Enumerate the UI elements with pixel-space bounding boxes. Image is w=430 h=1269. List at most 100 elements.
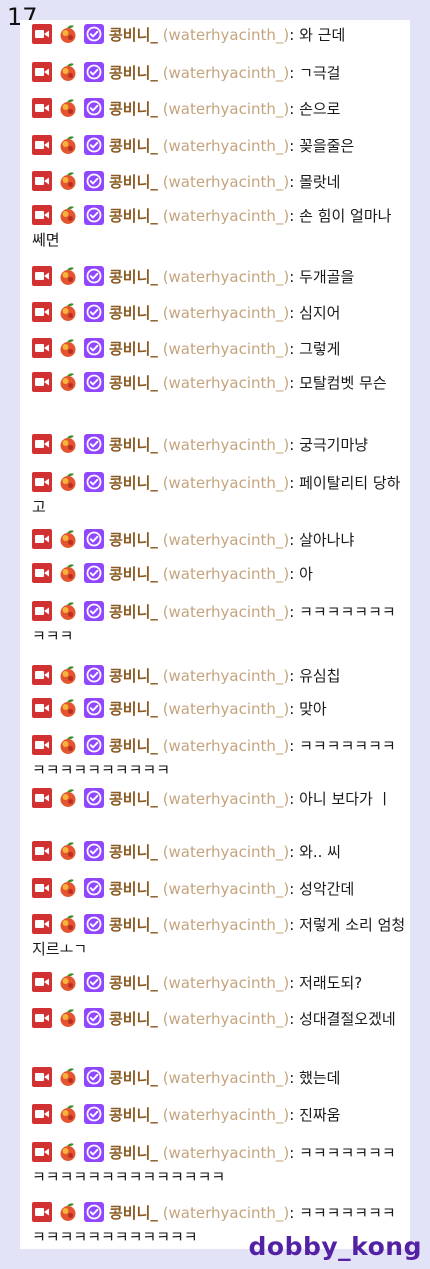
camera-badge-icon[interactable] [32,878,52,898]
camera-badge-icon[interactable] [32,62,52,82]
chat-login-name[interactable]: (waterhyacinth_) [163,916,290,934]
chat-display-name[interactable]: 콩비니_ [109,207,158,225]
camera-badge-icon[interactable] [32,205,52,225]
chat-login-name[interactable]: (waterhyacinth_) [163,1106,290,1124]
camera-badge-icon[interactable] [32,601,52,621]
chat-display-name[interactable]: 콩비니_ [109,304,158,322]
chat-display-name[interactable]: 콩비니_ [109,880,158,898]
chat-login-name[interactable]: (waterhyacinth_) [163,64,290,82]
chat-login-name[interactable]: (waterhyacinth_) [163,603,290,621]
verified-badge-icon[interactable] [84,735,104,755]
verified-badge-icon[interactable] [84,171,104,191]
verified-badge-icon[interactable] [84,972,104,992]
chat-display-name[interactable]: 콩비니_ [109,700,158,718]
chat-login-name[interactable]: (waterhyacinth_) [163,974,290,992]
camera-badge-icon[interactable] [32,1008,52,1028]
chat-display-name[interactable]: 콩비니_ [109,790,158,808]
chat-display-name[interactable]: 콩비니_ [109,268,158,286]
fruit-badge-icon[interactable] [58,735,78,755]
camera-badge-icon[interactable] [32,98,52,118]
chat-login-name[interactable]: (waterhyacinth_) [163,207,290,225]
verified-badge-icon[interactable] [84,338,104,358]
chat-login-name[interactable]: (waterhyacinth_) [163,843,290,861]
camera-badge-icon[interactable] [32,171,52,191]
fruit-badge-icon[interactable] [58,1067,78,1087]
verified-badge-icon[interactable] [84,472,104,492]
verified-badge-icon[interactable] [84,1104,104,1124]
chat-display-name[interactable]: 콩비니_ [109,667,158,685]
camera-badge-icon[interactable] [32,1202,52,1222]
verified-badge-icon[interactable] [84,62,104,82]
chat-login-name[interactable]: (waterhyacinth_) [163,137,290,155]
chat-display-name[interactable]: 콩비니_ [109,1069,158,1087]
fruit-badge-icon[interactable] [58,24,78,44]
fruit-badge-icon[interactable] [58,171,78,191]
chat-display-name[interactable]: 콩비니_ [109,565,158,583]
chat-login-name[interactable]: (waterhyacinth_) [163,173,290,191]
chat-display-name[interactable]: 콩비니_ [109,26,158,44]
chat-display-name[interactable]: 콩비니_ [109,436,158,454]
chat-login-name[interactable]: (waterhyacinth_) [163,531,290,549]
chat-display-name[interactable]: 콩비니_ [109,843,158,861]
chat-display-name[interactable]: 콩비니_ [109,531,158,549]
camera-badge-icon[interactable] [32,302,52,322]
verified-badge-icon[interactable] [84,1067,104,1087]
camera-badge-icon[interactable] [32,1067,52,1087]
camera-badge-icon[interactable] [32,372,52,392]
verified-badge-icon[interactable] [84,302,104,322]
camera-badge-icon[interactable] [32,914,52,934]
fruit-badge-icon[interactable] [58,62,78,82]
fruit-badge-icon[interactable] [58,529,78,549]
chat-login-name[interactable]: (waterhyacinth_) [163,565,290,583]
fruit-badge-icon[interactable] [58,841,78,861]
fruit-badge-icon[interactable] [58,878,78,898]
camera-badge-icon[interactable] [32,338,52,358]
verified-badge-icon[interactable] [84,24,104,44]
verified-badge-icon[interactable] [84,665,104,685]
verified-badge-icon[interactable] [84,563,104,583]
fruit-badge-icon[interactable] [58,472,78,492]
chat-display-name[interactable]: 콩비니_ [109,974,158,992]
verified-badge-icon[interactable] [84,135,104,155]
chat-display-name[interactable]: 콩비니_ [109,1144,158,1162]
chat-display-name[interactable]: 콩비니_ [109,1106,158,1124]
camera-badge-icon[interactable] [32,266,52,286]
verified-badge-icon[interactable] [84,788,104,808]
chat-display-name[interactable]: 콩비니_ [109,737,158,755]
chat-login-name[interactable]: (waterhyacinth_) [163,737,290,755]
verified-badge-icon[interactable] [84,205,104,225]
verified-badge-icon[interactable] [84,529,104,549]
camera-badge-icon[interactable] [32,665,52,685]
camera-badge-icon[interactable] [32,529,52,549]
chat-display-name[interactable]: 콩비니_ [109,916,158,934]
fruit-badge-icon[interactable] [58,601,78,621]
fruit-badge-icon[interactable] [58,338,78,358]
chat-login-name[interactable]: (waterhyacinth_) [163,1204,290,1222]
fruit-badge-icon[interactable] [58,1142,78,1162]
verified-badge-icon[interactable] [84,841,104,861]
chat-login-name[interactable]: (waterhyacinth_) [163,667,290,685]
verified-badge-icon[interactable] [84,1008,104,1028]
fruit-badge-icon[interactable] [58,205,78,225]
camera-badge-icon[interactable] [32,735,52,755]
fruit-badge-icon[interactable] [58,788,78,808]
chat-display-name[interactable]: 콩비니_ [109,1204,158,1222]
chat-login-name[interactable]: (waterhyacinth_) [163,374,290,392]
chat-display-name[interactable]: 콩비니_ [109,474,158,492]
verified-badge-icon[interactable] [84,914,104,934]
chat-display-name[interactable]: 콩비니_ [109,374,158,392]
chat-display-name[interactable]: 콩비니_ [109,603,158,621]
chat-login-name[interactable]: (waterhyacinth_) [163,304,290,322]
chat-display-name[interactable]: 콩비니_ [109,137,158,155]
chat-login-name[interactable]: (waterhyacinth_) [163,1069,290,1087]
fruit-badge-icon[interactable] [58,1008,78,1028]
chat-login-name[interactable]: (waterhyacinth_) [163,700,290,718]
verified-badge-icon[interactable] [84,878,104,898]
fruit-badge-icon[interactable] [58,914,78,934]
chat-display-name[interactable]: 콩비니_ [109,100,158,118]
camera-badge-icon[interactable] [32,563,52,583]
chat-display-name[interactable]: 콩비니_ [109,64,158,82]
chat-login-name[interactable]: (waterhyacinth_) [163,26,290,44]
chat-login-name[interactable]: (waterhyacinth_) [163,1144,290,1162]
fruit-badge-icon[interactable] [58,135,78,155]
